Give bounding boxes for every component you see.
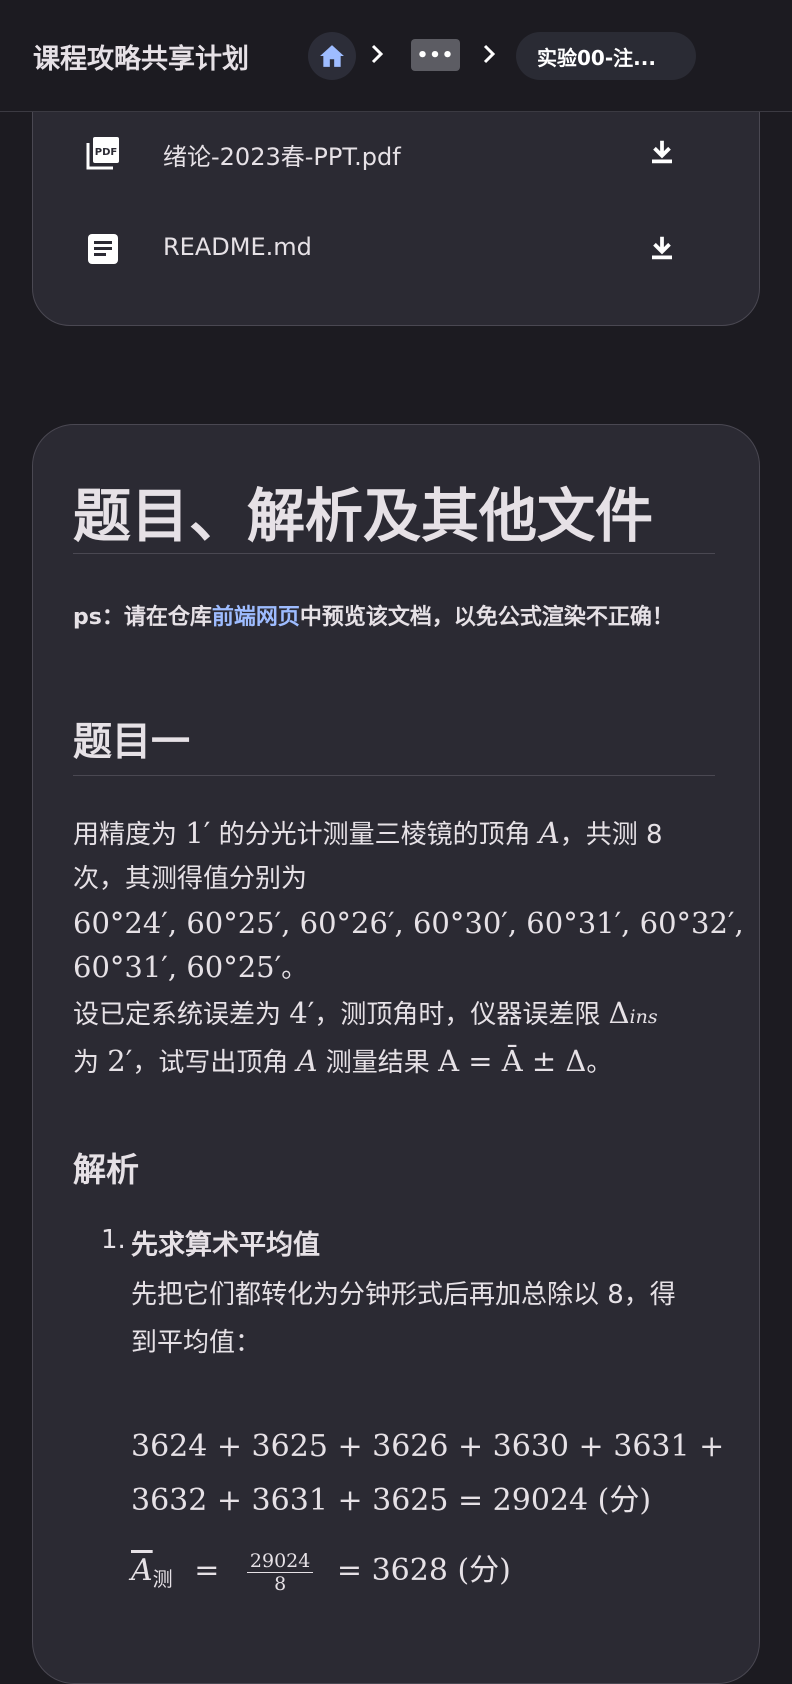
problem-text-part: ，测顶角时，仪器误差限 [314, 1000, 609, 1030]
chevron-right-icon [483, 44, 496, 64]
math-inline: A [538, 816, 560, 850]
pdf-icon: PDF [86, 137, 119, 170]
note-prefix: ps：请在仓库 [73, 605, 212, 630]
heading-divider [73, 553, 715, 554]
render-note: ps：请在仓库前端网页中预览该文档，以免公式渲染不正确！ [73, 603, 713, 633]
fraction-denominator: 8 [274, 1572, 287, 1595]
math-inline: Δ [608, 996, 630, 1030]
sum-equation-line: 3632 + 3631 + 3625 = 29024 (分) [131, 1483, 652, 1518]
note-suffix: 中预览该文档，以免公式渲染不正确！ [299, 605, 674, 630]
app-title[interactable]: 课程攻略共享计划 [33, 37, 249, 76]
problem-text: 用精度为 1′ 的分光计测量三棱镜的顶角 A，共测 8 次，其测得值分别为 60… [73, 811, 744, 1085]
step-title: 先求算术平均值 [131, 1230, 320, 1261]
chevron-right-icon [371, 44, 384, 64]
measured-values: 60°24′, 60°25′, 60°26′, 60°30′, 60°31′, … [73, 906, 744, 940]
page-heading: 题目、解析及其他文件 [73, 482, 654, 550]
file-name: 绪论-2023春-PPT.pdf [163, 143, 401, 171]
step-body: 先把它们都转化为分钟形式后再加总除以 8，得到平均值： [131, 1280, 676, 1358]
sum-equation-line: 3624 + 3625 + 3626 + 3630 + 3631 + [131, 1429, 725, 1464]
fraction-numerator: 29024 [246, 1550, 314, 1573]
analysis-heading: 解析 [73, 1150, 139, 1189]
problem-text-part: ，试写出顶角 [132, 1048, 297, 1078]
problem-text-part: 的分光计测量三棱镜的顶角 [210, 820, 539, 850]
download-icon[interactable] [647, 233, 677, 263]
list-number: 1. [101, 1225, 126, 1255]
mean-subscript: 测 [152, 1567, 173, 1591]
file-name: README.md [163, 233, 312, 261]
document-icon [88, 234, 118, 264]
frontend-link[interactable]: 前端网页 [212, 605, 300, 630]
svg-text:PDF: PDF [95, 147, 117, 158]
math-inline: A [296, 1044, 318, 1078]
download-icon[interactable] [647, 137, 677, 167]
file-row[interactable]: README.md [33, 219, 759, 279]
measured-values: 60°31′, 60°25′ [73, 950, 282, 984]
math-subscript: ins [629, 1006, 658, 1028]
mean-symbol: A [131, 1553, 153, 1588]
content-card: 题目、解析及其他文件 ps：请在仓库前端网页中预览该文档，以免公式渲染不正确！ … [32, 424, 760, 1684]
app-bar: 课程攻略共享计划 ••• 实验00-注... [0, 0, 792, 112]
mean-result: = 3628 (分) [336, 1553, 511, 1588]
problem-text-part: 为 [73, 1048, 108, 1078]
math-inline: 4′ [289, 996, 315, 1030]
math-inline: 2′ [107, 1044, 133, 1078]
fraction: 29024 8 [246, 1550, 314, 1595]
file-row[interactable]: PDF 绪论-2023春-PPT.pdf [33, 123, 759, 183]
problem-heading: 题目一 [73, 720, 191, 765]
breadcrumb-current[interactable]: 实验00-注... [516, 32, 696, 80]
section-divider [73, 775, 715, 776]
problem-text-part: 测量结果 [317, 1048, 439, 1078]
mean-equation: A测 = 29024 8 = 3628 (分) [131, 1545, 511, 1595]
home-icon [320, 45, 344, 67]
equals-sign: = [194, 1553, 220, 1588]
problem-text-part: 设已定系统误差为 [73, 1000, 290, 1030]
math-inline: A = Ā ± Δ [438, 1044, 587, 1078]
more-crumbs-button[interactable]: ••• [411, 39, 460, 71]
math-inline: 1′ [185, 816, 211, 850]
home-button[interactable] [308, 32, 356, 80]
problem-text-part: 。 [586, 1048, 613, 1078]
problem-text-part: 。 [281, 954, 308, 984]
problem-text-part: 用精度为 [73, 820, 186, 850]
problem-text-line: 次，其测得值分别为 [73, 864, 308, 894]
problem-text-part: ，共测 8 [559, 820, 663, 850]
